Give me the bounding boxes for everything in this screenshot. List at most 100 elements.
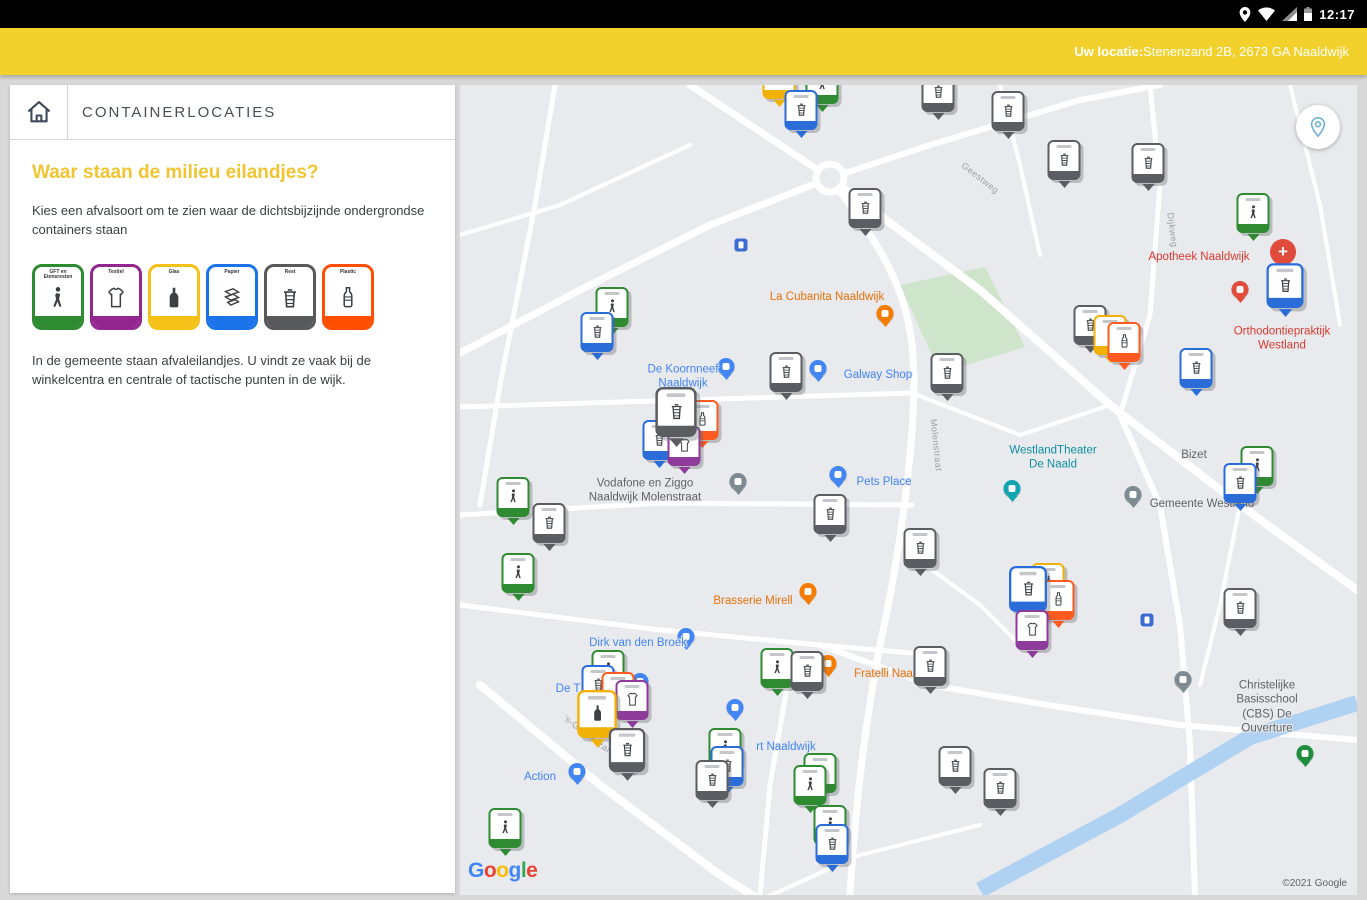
container-marker-rest[interactable] [991, 91, 1025, 139]
shop-pin[interactable] [729, 473, 747, 490]
marker-color-band [791, 682, 823, 690]
container-marker-gft[interactable] [760, 648, 794, 696]
container-marker-rest[interactable] [903, 528, 937, 576]
container-marker-rest[interactable] [532, 503, 566, 551]
container-marker-rest[interactable] [608, 728, 646, 781]
container-marker-rest[interactable] [1223, 588, 1257, 636]
waste-type-color-band [267, 315, 313, 327]
container-marker-papier[interactable] [1223, 463, 1257, 511]
marker-caption [1082, 310, 1098, 313]
map-poi-label[interactable]: Brasserie Mirell [713, 594, 792, 608]
container-marker-rest[interactable] [695, 760, 729, 808]
container-marker-rest[interactable] [938, 746, 972, 794]
shop-pin[interactable] [726, 699, 744, 716]
marker-caption [541, 508, 557, 511]
marker-pointer [826, 865, 838, 872]
bin-icon [618, 739, 637, 760]
theater-pin[interactable] [1003, 480, 1021, 497]
container-marker-rest[interactable] [921, 85, 955, 120]
marker-caption [600, 655, 616, 658]
waste-type-button-plastic[interactable]: Plastic [322, 263, 374, 330]
map-poi-label[interactable]: Pets Place [857, 475, 912, 489]
marker-color-band [616, 711, 648, 719]
container-marker-papier[interactable] [1179, 348, 1213, 396]
marker-pointer [653, 461, 665, 468]
waste-type-button-textiel[interactable]: Textiel [90, 263, 142, 330]
marker-caption [939, 358, 955, 361]
transit-station-icon[interactable] [1140, 613, 1154, 627]
container-marker-papier[interactable] [815, 824, 849, 872]
map-poi-label[interactable]: Action [524, 770, 556, 784]
container-marker-textiel[interactable] [1015, 610, 1049, 658]
container-marker-rest[interactable] [813, 494, 847, 542]
container-marker-papier[interactable] [1009, 566, 1047, 622]
shop-pin[interactable] [829, 466, 847, 483]
shop-pin[interactable] [717, 358, 735, 375]
map[interactable]: Dijkweg Geestweg Molenstraat's-Gravenzands… [460, 85, 1357, 895]
location-value: Stenenzand 2B, 2673 GA Naaldwijk [1143, 44, 1349, 59]
container-marker-papier[interactable] [784, 90, 818, 138]
marker-color-band [497, 508, 529, 516]
container-marker-rest[interactable] [790, 651, 824, 699]
marker-caption [1232, 468, 1248, 471]
container-marker-rest[interactable] [930, 353, 964, 401]
map-poi-label[interactable]: Galway Shop [844, 368, 912, 382]
my-location-button[interactable] [1296, 105, 1340, 149]
person-icon [505, 487, 522, 506]
container-marker-textiel[interactable] [615, 680, 649, 728]
container-marker-papier[interactable] [580, 312, 614, 360]
plastic-bottle-icon [335, 283, 361, 313]
home-icon [27, 101, 50, 123]
container-marker-gft[interactable] [501, 553, 535, 601]
map-poi-label[interactable]: Vodafone en Ziggo Naaldwijk Molenstraat [589, 477, 702, 506]
green-place-pin[interactable] [1296, 745, 1314, 762]
health-pin[interactable] [1231, 281, 1249, 298]
container-marker-rest[interactable] [983, 768, 1017, 816]
government-pin[interactable] [1124, 486, 1142, 503]
container-marker-rest[interactable] [1047, 140, 1081, 188]
marker-caption [822, 810, 838, 813]
container-marker-papier[interactable] [1266, 263, 1304, 317]
waste-type-label: Textiel [108, 268, 124, 275]
waste-type-button-gft[interactable]: GFT en Etensresten [32, 263, 84, 330]
marker-caption [822, 499, 838, 502]
waste-type-button-glas[interactable]: Glas [148, 263, 200, 330]
marker-caption [1232, 593, 1248, 596]
map-poi-label[interactable]: Bizet [1181, 448, 1207, 462]
container-marker-gft[interactable] [793, 765, 827, 813]
map-poi-label[interactable]: Dirk van den Broek [589, 636, 687, 650]
waste-type-button-rest[interactable]: Rest [264, 263, 316, 330]
bin-icon [1000, 101, 1017, 120]
marker-caption [618, 733, 636, 737]
map-poi-label[interactable]: WestlandTheater De Naald [1009, 444, 1096, 473]
map-poi-label[interactable]: Christelijke Basisschool (CBS) De Ouvert… [1222, 678, 1312, 736]
map-poi-label[interactable]: Fratelli Naald [854, 667, 922, 681]
school-pin[interactable] [1174, 671, 1192, 688]
container-marker-gft[interactable] [488, 808, 522, 856]
bin-icon [822, 504, 839, 523]
container-marker-rest[interactable] [655, 387, 697, 447]
person-icon [497, 818, 514, 837]
shop-pin[interactable] [568, 763, 586, 780]
map-poi-label[interactable]: rt Naaldwijk [756, 740, 815, 754]
container-marker-gft[interactable] [496, 477, 530, 525]
map-poi-label[interactable]: La Cubanita Naaldwijk [770, 290, 884, 304]
waste-type-button-papier[interactable]: Papier [206, 263, 258, 330]
home-button[interactable] [10, 85, 68, 139]
restaurant-pin[interactable] [876, 305, 894, 322]
map-poi-label[interactable]: Orthodontiepraktijk Westland [1234, 325, 1331, 354]
user-location-text: Uw locatie:Stenenzand 2B, 2673 GA Naaldw… [1074, 44, 1349, 59]
container-marker-rest[interactable] [848, 188, 882, 236]
marker-caption [704, 765, 720, 768]
container-marker-rest[interactable] [913, 646, 947, 694]
shop-pin[interactable] [809, 360, 827, 377]
map-poi-label[interactable]: Apotheek Naaldwijk [1148, 250, 1249, 264]
bin-icon [589, 322, 606, 341]
container-marker-gft[interactable] [1236, 193, 1270, 241]
pharmacy-circle-pin[interactable]: + [1270, 239, 1296, 265]
container-marker-rest[interactable] [1131, 143, 1165, 191]
restaurant-pin[interactable] [799, 583, 817, 600]
transit-station-icon[interactable] [734, 238, 748, 252]
container-marker-rest[interactable] [769, 352, 803, 400]
container-marker-plastic[interactable] [1107, 322, 1141, 370]
